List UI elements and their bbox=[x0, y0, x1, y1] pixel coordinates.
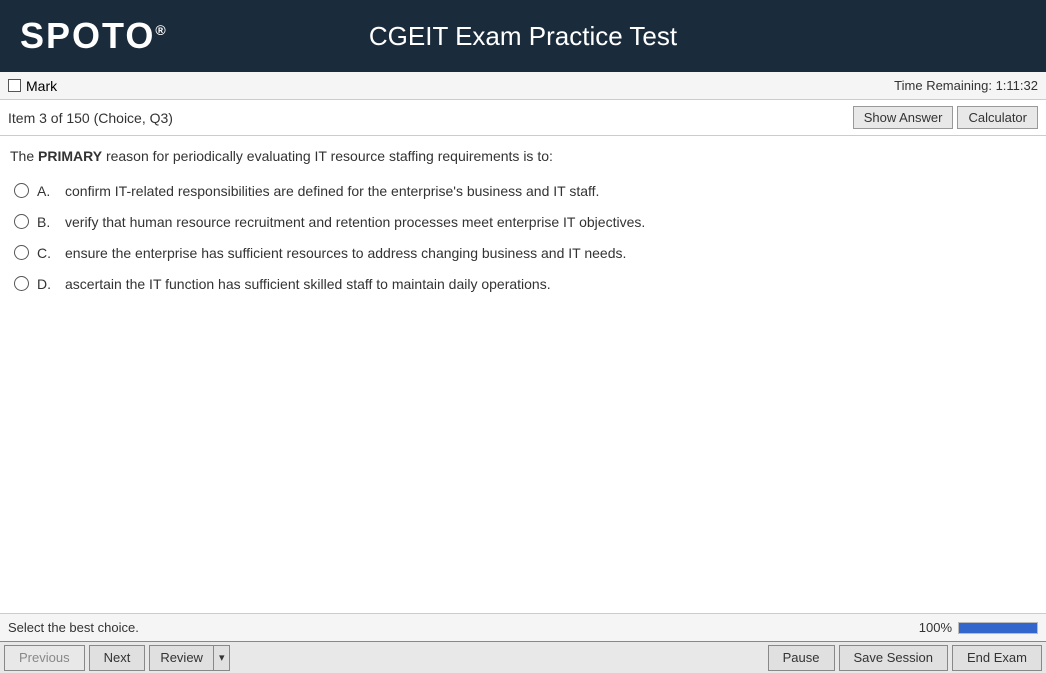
app-header: SPOTO® CGEIT Exam Practice Test bbox=[0, 0, 1046, 72]
choice-text-3: ascertain the IT function has sufficient… bbox=[65, 274, 1022, 295]
previous-button[interactable]: Previous bbox=[4, 645, 85, 671]
choice-letter-0: A. bbox=[37, 181, 57, 202]
end-exam-button[interactable]: End Exam bbox=[952, 645, 1042, 671]
progress-bar-fill bbox=[959, 623, 1037, 633]
question-buttons: Show Answer Calculator bbox=[853, 106, 1038, 129]
save-session-button[interactable]: Save Session bbox=[839, 645, 949, 671]
choice-text-2: ensure the enterprise has sufficient res… bbox=[65, 243, 1022, 264]
choice-letter-3: D. bbox=[37, 274, 57, 295]
time-label: Time Remaining: bbox=[894, 78, 992, 93]
next-button[interactable]: Next bbox=[89, 645, 146, 671]
nav-bar: Previous Next Review ▾ Pause Save Sessio… bbox=[0, 641, 1046, 673]
item-info: Item 3 of 150 (Choice, Q3) bbox=[8, 110, 173, 126]
choices-list: A. confirm IT-related responsibilities a… bbox=[10, 181, 1022, 295]
choice-text-1: verify that human resource recruitment a… bbox=[65, 212, 1022, 233]
choice-item[interactable]: D. ascertain the IT function has suffici… bbox=[14, 274, 1022, 295]
status-bar: Select the best choice. 100% bbox=[0, 613, 1046, 641]
review-button-container: Review ▾ bbox=[149, 645, 230, 671]
mark-checkbox[interactable] bbox=[8, 79, 21, 92]
pause-button[interactable]: Pause bbox=[768, 645, 835, 671]
mark-bar: Mark Time Remaining: 1:11:32 bbox=[0, 72, 1046, 100]
select-text: Select the best choice. bbox=[8, 620, 139, 635]
review-dropdown-button[interactable]: ▾ bbox=[213, 645, 231, 671]
question-header: Item 3 of 150 (Choice, Q3) Show Answer C… bbox=[0, 100, 1046, 136]
progress-bar-container bbox=[958, 622, 1038, 634]
logo-text: SPOTO bbox=[20, 15, 155, 56]
choice-letter-2: C. bbox=[37, 243, 57, 264]
choice-item[interactable]: B. verify that human resource recruitmen… bbox=[14, 212, 1022, 233]
choice-item[interactable]: C. ensure the enterprise has sufficient … bbox=[14, 243, 1022, 264]
choice-item[interactable]: A. confirm IT-related responsibilities a… bbox=[14, 181, 1022, 202]
main-content: The PRIMARY reason for periodically eval… bbox=[0, 136, 1046, 613]
nav-right: Pause Save Session End Exam bbox=[768, 645, 1042, 671]
question-text-suffix: reason for periodically evaluating IT re… bbox=[102, 148, 553, 164]
progress-area: 100% bbox=[919, 620, 1038, 635]
review-button[interactable]: Review bbox=[149, 645, 213, 671]
nav-left: Previous Next Review ▾ bbox=[4, 645, 230, 671]
question-text: The PRIMARY reason for periodically eval… bbox=[10, 146, 1022, 167]
logo: SPOTO® bbox=[20, 15, 168, 57]
time-remaining: Time Remaining: 1:11:32 bbox=[894, 78, 1038, 93]
mark-label-container[interactable]: Mark bbox=[8, 78, 57, 94]
choice-radio-2[interactable] bbox=[14, 245, 29, 260]
app-title: CGEIT Exam Practice Test bbox=[369, 21, 677, 52]
progress-percent: 100% bbox=[919, 620, 952, 635]
choice-radio-3[interactable] bbox=[14, 276, 29, 291]
mark-text: Mark bbox=[26, 78, 57, 94]
choice-radio-0[interactable] bbox=[14, 183, 29, 198]
calculator-button[interactable]: Calculator bbox=[957, 106, 1038, 129]
choice-text-0: confirm IT-related responsibilities are … bbox=[65, 181, 1022, 202]
show-answer-button[interactable]: Show Answer bbox=[853, 106, 954, 129]
choice-letter-1: B. bbox=[37, 212, 57, 233]
question-text-bold: PRIMARY bbox=[38, 148, 102, 164]
time-value: 1:11:32 bbox=[996, 78, 1038, 93]
logo-sup: ® bbox=[155, 22, 167, 38]
choice-radio-1[interactable] bbox=[14, 214, 29, 229]
